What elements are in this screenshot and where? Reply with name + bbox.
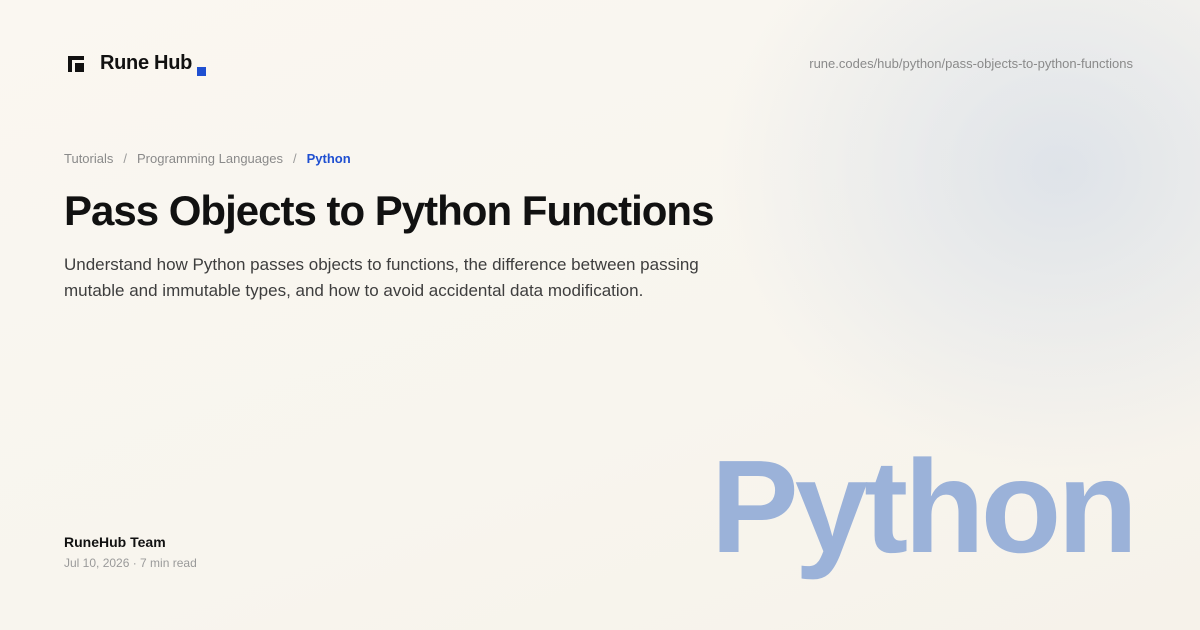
rune-hub-logo-icon bbox=[68, 56, 84, 72]
breadcrumb-item-python[interactable]: Python bbox=[307, 151, 351, 167]
brand-name: Rune Hub bbox=[100, 52, 193, 74]
publish-meta: Jul 10, 2026 · 7 min read bbox=[64, 556, 197, 570]
page-title: Pass Objects to Python Functions bbox=[64, 187, 714, 234]
breadcrumb-item-tutorials[interactable]: Tutorials bbox=[64, 151, 113, 167]
breadcrumb-separator: / bbox=[123, 151, 127, 166]
page-description: Understand how Python passes objects to … bbox=[64, 255, 699, 300]
page-url: rune.codes/hub/python/pass-objects-to-py… bbox=[809, 56, 1133, 71]
brand-accent-square bbox=[197, 67, 207, 76]
breadcrumb-separator: / bbox=[292, 151, 297, 166]
breadcrumb: Tutorials / Programming Languages / Pyth… bbox=[64, 151, 351, 167]
author-name: RuneHub Team bbox=[64, 534, 166, 550]
brand-logo[interactable]: Rune Hub bbox=[68, 51, 207, 76]
hero-language-word: Python bbox=[710, 433, 1138, 580]
breadcrumb-item-programming-languages[interactable]: Programming Languages bbox=[137, 151, 283, 167]
